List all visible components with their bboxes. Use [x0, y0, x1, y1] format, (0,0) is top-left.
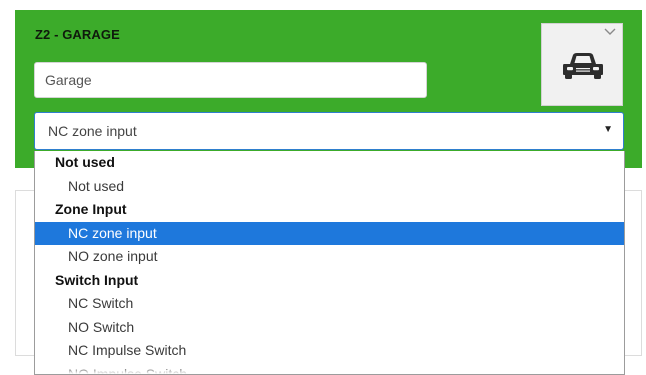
option-nc-zone-input[interactable]: NC zone input	[35, 221, 624, 245]
zone-icon-picker[interactable]	[541, 23, 623, 106]
chevron-down-icon	[604, 28, 616, 35]
option-not-used[interactable]: Not used	[35, 175, 624, 199]
zone-type-select-value: NC zone input	[48, 123, 137, 139]
option-no-impulse-switch[interactable]: NO Impulse Switch	[35, 363, 624, 375]
option-nc-switch[interactable]: NC Switch	[35, 292, 624, 316]
option-nc-impulse-switch[interactable]: NC Impulse Switch	[35, 339, 624, 363]
zone-name-input[interactable]	[34, 62, 427, 98]
zone-type-select[interactable]: NC zone input ▼	[34, 112, 624, 150]
zone-card: Z2 - GARAGE NC zone input ▼	[15, 10, 642, 168]
zone-type-dropdown-list[interactable]: Not used Not used Zone Input NC zone inp…	[34, 151, 625, 375]
optgroup-not-used: Not used	[55, 154, 115, 170]
optgroup-zone-input: Zone Input	[55, 201, 127, 217]
option-no-zone-input[interactable]: NO zone input	[35, 245, 624, 269]
optgroup-switch-input: Switch Input	[55, 271, 139, 288]
zone-title: Z2 - GARAGE	[35, 27, 120, 42]
caret-down-icon: ▼	[603, 124, 613, 135]
option-no-switch[interactable]: NO Switch	[35, 316, 624, 340]
car-icon	[563, 53, 603, 79]
